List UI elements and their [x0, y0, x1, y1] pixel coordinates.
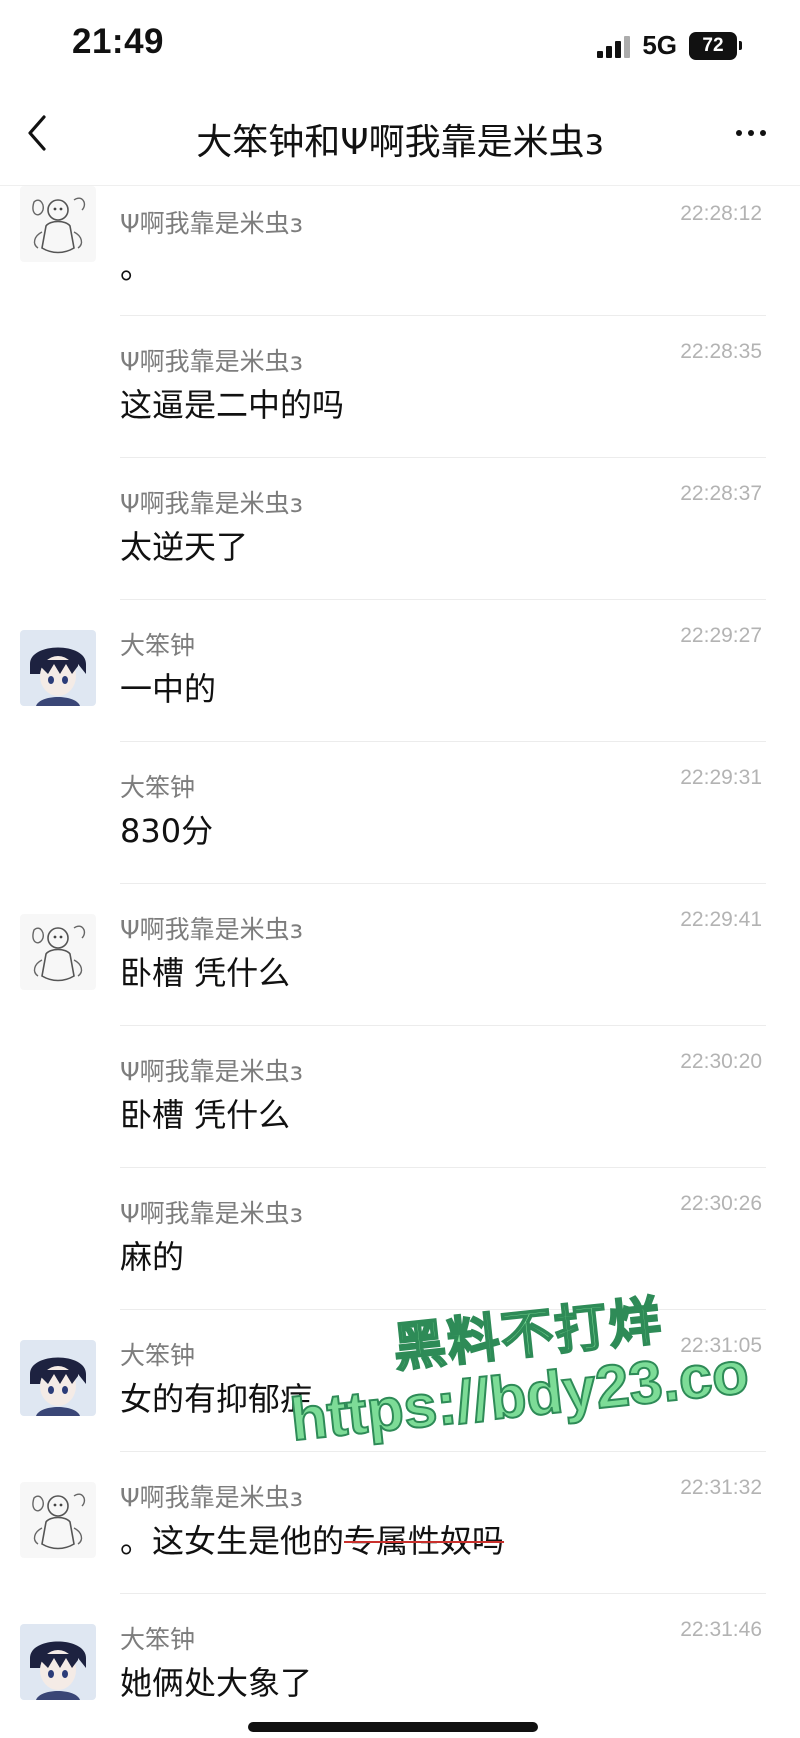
message-text-struck: 专属性奴吗 — [344, 1522, 505, 1560]
avatar[interactable] — [20, 1482, 96, 1558]
status-indicators: 5G 72 — [597, 30, 742, 61]
message-time: 22:29:27 — [680, 624, 762, 647]
chevron-left-icon — [28, 115, 46, 151]
sender-name: 大笨钟 — [120, 773, 196, 802]
message-time: 22:31:32 — [680, 1476, 762, 1499]
sender-name: 大笨钟 — [120, 1341, 196, 1370]
anime-avatar-icon — [20, 1340, 96, 1416]
avatar[interactable] — [20, 1624, 96, 1700]
message-text: 。 — [120, 248, 153, 286]
message-row[interactable]: Ψ啊我靠是米虫з 22:30:20 卧槽 凭什么 — [0, 1026, 800, 1168]
battery-level: 72 — [689, 31, 737, 60]
chat-title: 大笨钟和Ψ啊我靠是米虫з — [196, 122, 604, 163]
message-row[interactable]: Ψ啊我靠是米虫з 22:30:26 麻的 — [0, 1168, 800, 1310]
message-row[interactable]: Ψ啊我靠是米虫з 22:29:41 卧槽 凭什么 — [0, 884, 800, 1026]
message-row[interactable]: 大笨钟 22:29:31 830分 — [0, 742, 800, 884]
message-time: 22:28:37 — [680, 482, 762, 505]
avatar[interactable] — [20, 186, 96, 262]
sketch-avatar-icon — [20, 186, 96, 262]
navigation-bar: 大笨钟和Ψ啊我靠是米虫з — [0, 95, 800, 186]
message-row[interactable]: Ψ啊我靠是米虫з 22:28:12 。 — [0, 186, 800, 316]
message-row[interactable]: Ψ啊我靠是米虫з 22:28:37 太逆天了 — [0, 458, 800, 600]
avatar[interactable] — [20, 630, 96, 706]
message-text: 她俩处大象了 — [120, 1664, 313, 1702]
message-time: 22:29:31 — [680, 766, 762, 789]
sender-name: Ψ啊我靠是米虫з — [120, 1483, 303, 1512]
message-text: 这逼是二中的吗 — [120, 386, 345, 424]
more-options-button[interactable] — [726, 113, 776, 153]
message-text: 一中的 — [120, 670, 217, 708]
sender-name: 大笨钟 — [120, 631, 196, 660]
message-list[interactable]: Ψ啊我靠是米虫з 22:28:12 。 Ψ啊我靠是米虫з 22:28:35 这逼… — [0, 186, 800, 1738]
message-text: 卧槽 凭什么 — [120, 1096, 291, 1134]
message-row[interactable]: 大笨钟 22:31:46 她俩处大象了 — [0, 1594, 800, 1736]
network-type-label: 5G — [642, 30, 677, 60]
status-bar: 21:49 5G 72 — [0, 0, 800, 90]
sender-name: Ψ啊我靠是米虫з — [120, 1057, 303, 1086]
message-time: 22:31:46 — [680, 1618, 762, 1641]
home-indicator[interactable] — [248, 1722, 538, 1732]
sender-name: Ψ啊我靠是米虫з — [120, 915, 303, 944]
avatar[interactable] — [20, 1340, 96, 1416]
message-time: 22:28:12 — [680, 202, 762, 225]
sender-name: Ψ啊我靠是米虫з — [120, 489, 303, 518]
sender-name: Ψ啊我靠是米虫з — [120, 347, 303, 376]
avatar[interactable] — [20, 914, 96, 990]
message-text-plain: 。这女生是他的 — [120, 1522, 345, 1560]
sketch-avatar-icon — [20, 1482, 96, 1558]
message-time: 22:31:05 — [680, 1334, 762, 1357]
message-row[interactable]: 大笨钟 22:31:05 女的有抑郁症 — [0, 1310, 800, 1452]
sketch-avatar-icon — [20, 914, 96, 990]
battery-icon: 72 — [689, 31, 742, 60]
message-row[interactable]: 大笨钟 22:29:27 一中的 — [0, 600, 800, 742]
message-time: 22:30:26 — [680, 1192, 762, 1215]
message-time: 22:29:41 — [680, 908, 762, 931]
message-text: 太逆天了 — [120, 528, 249, 566]
anime-avatar-icon — [20, 1624, 96, 1700]
message-time: 22:28:35 — [680, 340, 762, 363]
message-text: 830分 — [120, 812, 214, 850]
status-time: 21:49 — [72, 22, 165, 61]
message-row[interactable]: Ψ啊我靠是米虫з 22:28:35 这逼是二中的吗 — [0, 316, 800, 458]
message-time: 22:30:20 — [680, 1050, 762, 1073]
sender-name: 大笨钟 — [120, 1625, 196, 1654]
sender-name: Ψ啊我靠是米虫з — [120, 209, 303, 238]
anime-avatar-icon — [20, 630, 96, 706]
message-text: 卧槽 凭什么 — [120, 954, 291, 992]
message-text: 麻的 — [120, 1238, 185, 1276]
back-button[interactable] — [14, 107, 64, 157]
sender-name: Ψ啊我靠是米虫з — [120, 1199, 303, 1228]
cellular-signal-icon — [597, 34, 631, 58]
message-row[interactable]: Ψ啊我靠是米虫з 22:31:32 。这女生是他的专属性奴吗 — [0, 1452, 800, 1594]
more-dots-icon — [736, 130, 742, 136]
message-text: 。这女生是他的专属性奴吗 — [120, 1516, 504, 1562]
message-text: 女的有抑郁症 — [120, 1380, 313, 1418]
